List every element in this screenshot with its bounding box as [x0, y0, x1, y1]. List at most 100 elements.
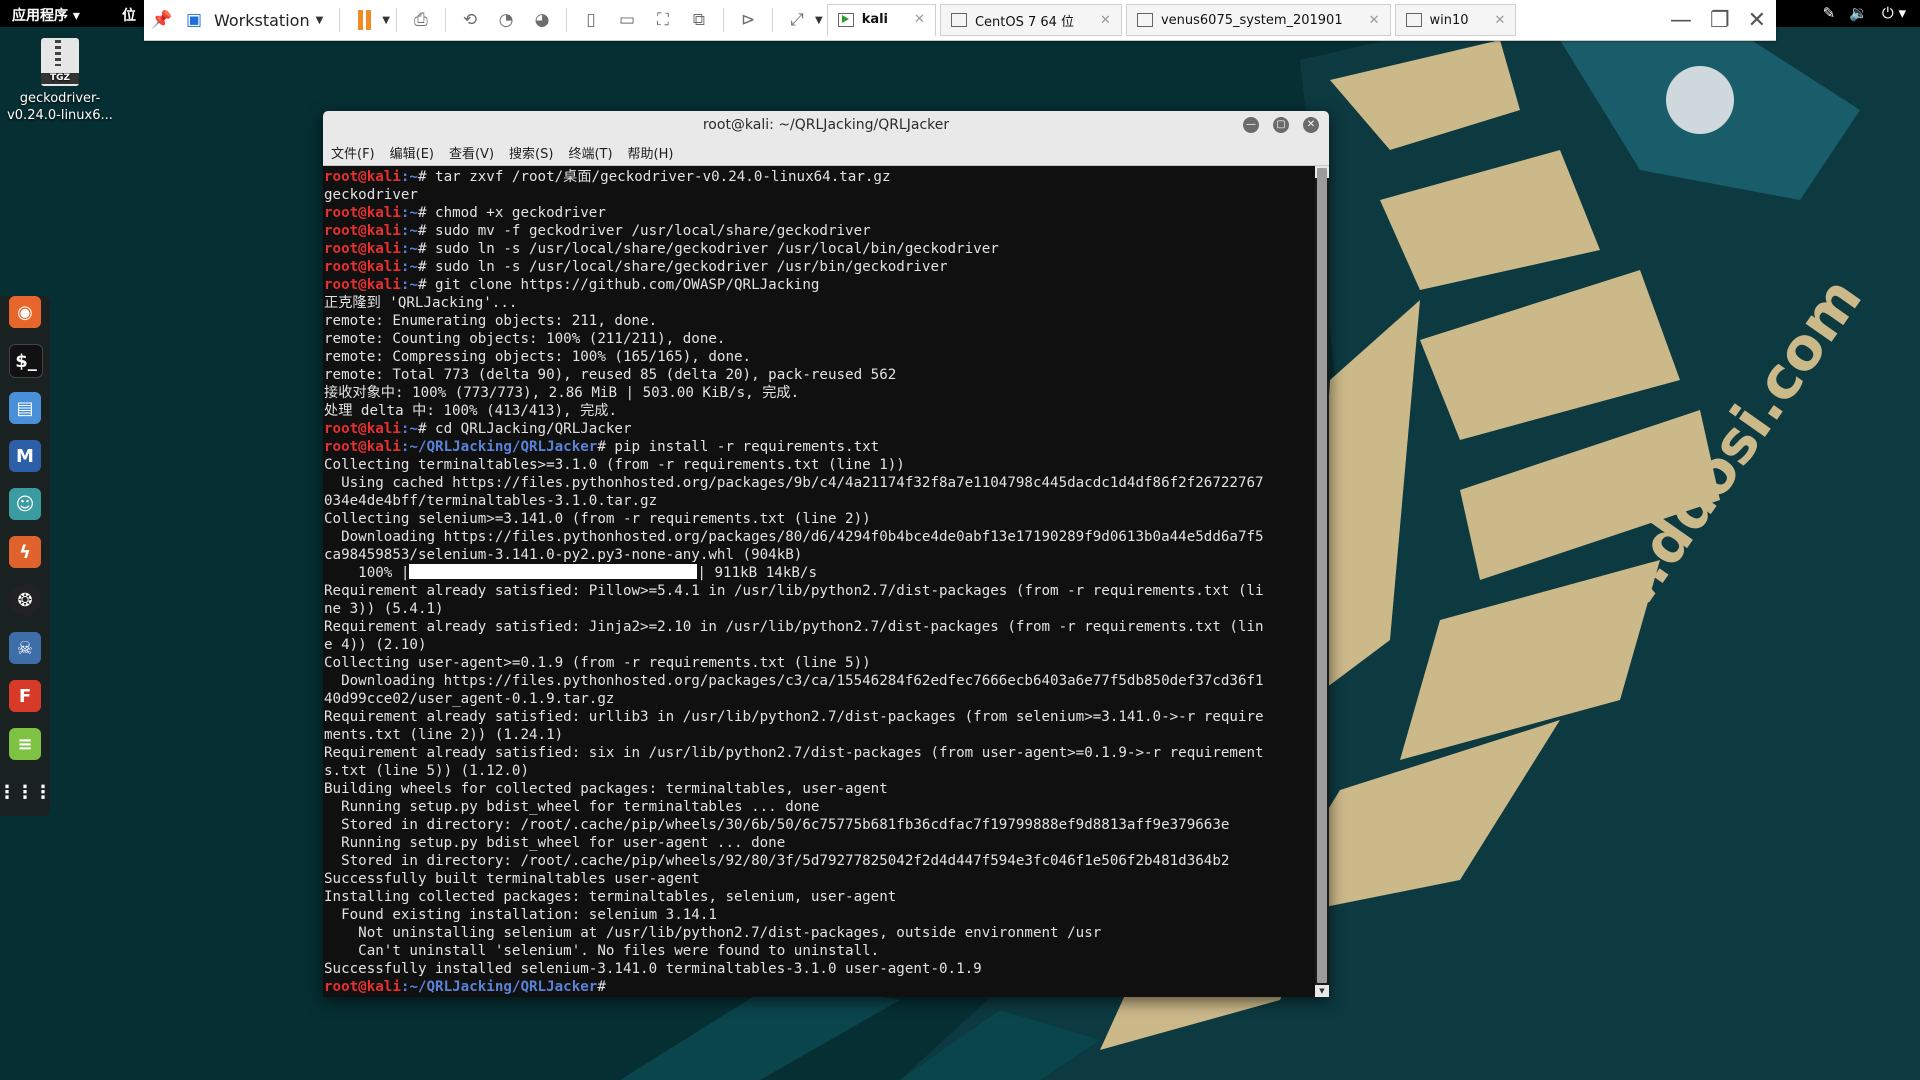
maximize-button[interactable]: ▢	[1273, 117, 1289, 133]
stretch-guest-button[interactable]: ⤢	[783, 6, 811, 34]
menu-edit[interactable]: 编辑(E)	[390, 143, 434, 162]
vm-tab-label: CentOS 7 64 位	[974, 14, 1075, 30]
pause-icon	[357, 10, 371, 30]
unity-button[interactable]: ⧉	[685, 6, 713, 34]
output-text: Downloading https://files.pythonhosted.o…	[324, 529, 1264, 545]
scroll-down-icon[interactable]: ▼	[1315, 985, 1329, 997]
beef-icon[interactable]: ☠	[9, 632, 41, 664]
faraday-icon[interactable]: F	[9, 680, 41, 712]
close-icon[interactable]: ✕	[1748, 8, 1766, 33]
menu-help[interactable]: 帮助(H)	[628, 143, 674, 162]
console-view-button[interactable]: ⊳	[734, 6, 762, 34]
command-text: # pip install -r requirements.txt	[597, 439, 880, 455]
terminal-titlebar[interactable]: root@kali: ~/QRLJacking/QRLJacker — ▢ ✕	[323, 111, 1329, 139]
power-options-dropdown[interactable]: ▼	[382, 15, 390, 26]
progress-bar	[409, 564, 698, 579]
desktop-file-geckodriver[interactable]: TGZ geckodriver-v0.24.0-linux6...	[2, 38, 118, 124]
output-text: geckodriver	[324, 187, 418, 203]
power-icon[interactable]: ⏻ ▾	[1882, 4, 1906, 22]
output-text: Stored in directory: /root/.cache/pip/wh…	[324, 853, 1230, 869]
terminal-line: Requirement already satisfied: urllib3 i…	[324, 709, 1264, 725]
terminal-line: geckodriver	[324, 187, 418, 203]
library-view-button[interactable]: ▯	[577, 6, 605, 34]
terminal-output[interactable]: root@kali:~# tar zxvf /root/桌面/geckodriv…	[324, 168, 1310, 996]
terminal-line: Downloading https://files.pythonhosted.o…	[324, 529, 1264, 545]
maltego-icon[interactable]: ❂	[9, 584, 41, 616]
vm-tab-centos[interactable]: CentOS 7 64 位 ✕	[939, 4, 1122, 36]
menu-search[interactable]: 搜索(S)	[509, 143, 553, 162]
fullscreen-button[interactable]: ⛶	[649, 6, 677, 34]
snapshot-manager-button[interactable]: ◕	[528, 6, 556, 34]
terminal-line: Installing collected packages: terminalt…	[324, 889, 896, 905]
thumbnail-view-button[interactable]: ▭	[613, 6, 641, 34]
minimize-icon[interactable]: —	[1670, 8, 1692, 33]
close-icon[interactable]: ✕	[1100, 13, 1111, 28]
toolbar-divider	[444, 8, 446, 32]
applications-menu[interactable]: 应用程序 ▾	[12, 5, 80, 25]
notes-icon[interactable]: ≡	[9, 728, 41, 760]
terminal-body[interactable]: root@kali:~# tar zxvf /root/桌面/geckodriv…	[323, 166, 1329, 997]
output-text: Building wheels for collected packages: …	[324, 781, 888, 797]
terminal-line: Can't uninstall 'selenium'. No files wer…	[324, 943, 879, 959]
prompt-user: root@kali	[324, 421, 401, 437]
terminal-window[interactable]: root@kali: ~/QRLJacking/QRLJacker — ▢ ✕ …	[323, 111, 1329, 997]
close-button[interactable]: ✕	[1303, 117, 1319, 133]
terminal-line: Requirement already satisfied: Pillow>=5…	[324, 583, 1264, 599]
prompt-user: root@kali	[324, 205, 401, 221]
terminal-line: 100% | | 911kB 14kB/s	[324, 564, 818, 581]
stretch-options-dropdown[interactable]: ▼	[815, 15, 823, 26]
firefox-icon[interactable]: ◉	[9, 296, 41, 328]
close-icon[interactable]: ✕	[1495, 13, 1506, 28]
send-ctrl-alt-del-button[interactable]: ⎙	[407, 6, 435, 34]
restore-icon[interactable]: ❐	[1710, 8, 1730, 33]
vm-tab-venus[interactable]: venus6075_system_201901 ✕	[1125, 4, 1391, 36]
terminal-scrollbar[interactable]: ▲ ▼	[1315, 166, 1329, 997]
output-text: Not uninstalling selenium at /usr/lib/py…	[324, 925, 1102, 941]
vmware-logo-icon: ▣	[185, 10, 203, 30]
vm-tab-win10[interactable]: win10 ✕	[1394, 4, 1517, 36]
burpsuite-icon[interactable]: ϟ	[9, 536, 41, 568]
terminal-line: Stored in directory: /root/.cache/pip/wh…	[324, 853, 1229, 869]
revert-snapshot-button[interactable]: ◔	[492, 6, 520, 34]
show-apps-icon[interactable]: ⋮⋮⋮	[0, 776, 52, 808]
snapshot-button[interactable]: ⟲	[456, 6, 484, 34]
output-text: Successfully built terminaltables user-a…	[324, 871, 700, 887]
close-icon[interactable]: ✕	[1369, 13, 1380, 28]
vm-tab-label: venus6075_system_201901	[1160, 12, 1343, 28]
volume-icon[interactable]: 🔉	[1849, 4, 1868, 22]
terminal-line: root@kali:~# tar zxvf /root/桌面/geckodriv…	[324, 169, 891, 185]
terminal-line: ca98459853/selenium-3.141.0-py2.py3-none…	[324, 547, 802, 563]
terminal-line: remote: Counting objects: 100% (211/211)…	[324, 331, 725, 347]
terminal-line: root@kali:~# sudo mv -f geckodriver /usr…	[324, 223, 871, 239]
output-text: Collecting selenium>=3.141.0 (from -r re…	[324, 511, 871, 527]
prompt-user: root@kali	[324, 223, 401, 239]
menu-terminal[interactable]: 终端(T)	[568, 143, 612, 162]
close-icon[interactable]: ✕	[914, 12, 925, 27]
output-text: e 4)) (2.10)	[324, 637, 427, 653]
workstation-menu[interactable]: ▣ Workstation ▼	[180, 6, 323, 34]
vm-tab-kali[interactable]: kali ✕	[826, 3, 936, 37]
progress-status: | 911kB 14kB/s	[697, 565, 818, 581]
prompt-user: root@kali	[324, 277, 401, 293]
vm-tab-label: kali	[861, 12, 889, 27]
terminal-icon[interactable]: $_	[9, 344, 43, 378]
menu-file[interactable]: 文件(F)	[331, 143, 375, 162]
prompt-user: root@kali	[324, 979, 401, 995]
armitage-icon[interactable]: ☺	[9, 488, 41, 520]
terminal-line: Requirement already satisfied: six in /u…	[324, 745, 1264, 761]
pause-button[interactable]	[350, 6, 378, 34]
scrollbar-thumb[interactable]	[1317, 168, 1327, 983]
metasploit-icon[interactable]: M	[9, 440, 41, 472]
menu-view[interactable]: 查看(V)	[449, 143, 494, 162]
pin-icon[interactable]: 📌	[148, 6, 176, 34]
output-text: Collecting terminaltables>=3.1.0 (from -…	[324, 457, 905, 473]
command-text: # cd QRLJacking/QRLJacker	[417, 421, 632, 437]
output-text: s.txt (line 5)) (1.12.0)	[324, 763, 529, 779]
terminal-line: Collecting user-agent>=0.1.9 (from -r re…	[324, 655, 871, 671]
network-icon[interactable]: ✎	[1823, 4, 1836, 22]
terminal-line: root@kali:~# chmod +x geckodriver	[324, 205, 606, 221]
places-menu[interactable]: 位	[122, 5, 136, 25]
minimize-button[interactable]: —	[1243, 117, 1259, 133]
terminal-line: root@kali:~# cd QRLJacking/QRLJacker	[324, 421, 632, 437]
files-icon[interactable]: ▤	[9, 392, 41, 424]
